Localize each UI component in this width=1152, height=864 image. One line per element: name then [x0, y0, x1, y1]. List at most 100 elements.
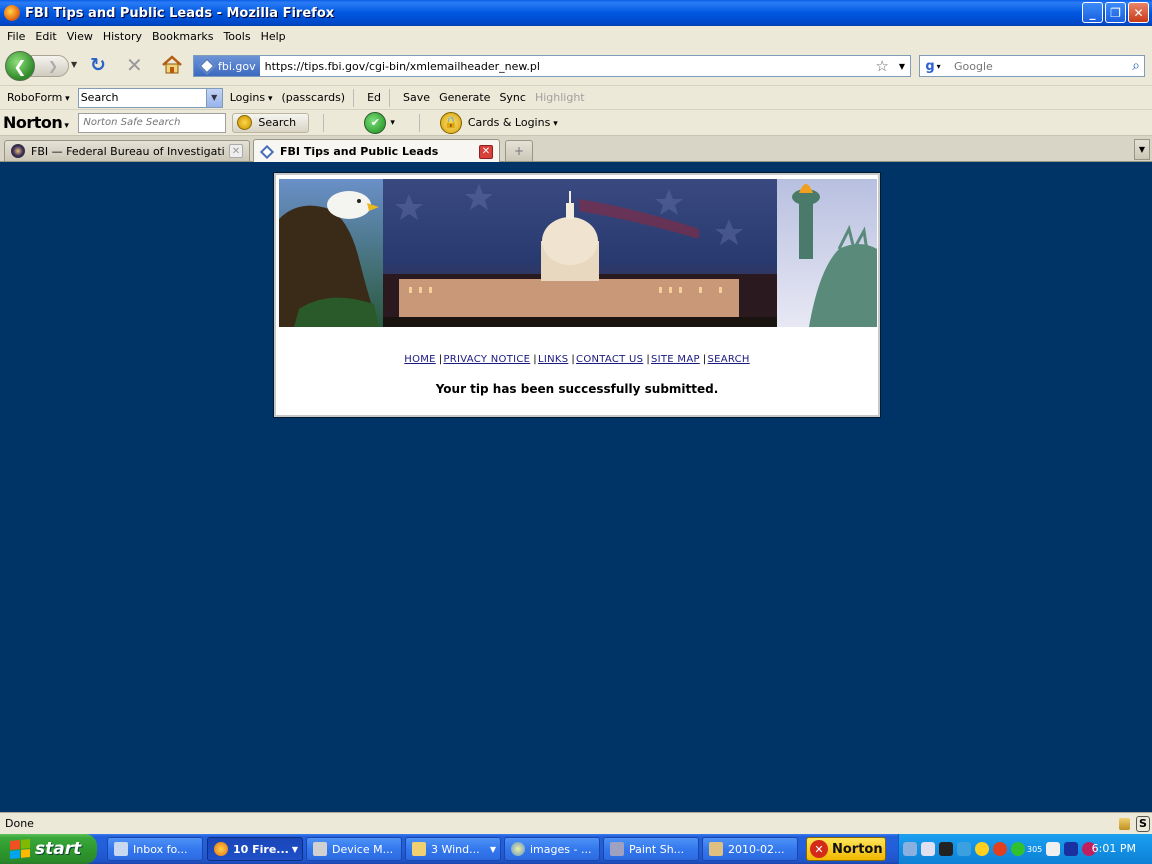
- toolbar-separator: [353, 88, 355, 107]
- highlight-button[interactable]: Highlight: [535, 91, 585, 104]
- success-message: Your tip has been successfully submitted…: [435, 382, 719, 396]
- new-tab-button[interactable]: +: [505, 140, 533, 161]
- stop-icon[interactable]: ✕: [126, 55, 143, 75]
- search-link[interactable]: SEARCH: [707, 354, 749, 365]
- search-icon[interactable]: ⌕: [1132, 58, 1140, 74]
- site-identity-icon: [198, 57, 216, 75]
- safe-web-shield-icon[interactable]: ✔: [364, 111, 387, 134]
- tray-app-icon[interactable]: [1011, 842, 1025, 856]
- page-content: HOME |PRIVACY NOTICE |LINKS |CONTACT US |SIT…: [0, 162, 1152, 812]
- skype-icon[interactable]: S: [1136, 815, 1150, 832]
- network-icon[interactable]: [903, 842, 917, 856]
- identity-safe-lock-icon[interactable]: 🔒: [439, 111, 462, 134]
- tip-confirmation-panel: HOME |PRIVACY NOTICE |LINKS |CONTACT US |SIT…: [273, 172, 881, 418]
- cards-logins-button[interactable]: Cards & Logins: [468, 116, 558, 129]
- sync-button[interactable]: Sync: [499, 91, 526, 104]
- restore-button[interactable]: ❐: [1105, 2, 1126, 23]
- taskbar-item-device-manager[interactable]: Device M...: [306, 837, 402, 861]
- url-dropdown-icon[interactable]: ▼: [899, 62, 905, 71]
- home-icon[interactable]: [161, 55, 183, 75]
- close-button[interactable]: ✕: [1128, 2, 1149, 23]
- computer-icon: [313, 842, 327, 856]
- media-player-icon[interactable]: [1064, 842, 1079, 856]
- window-title: FBI Tips and Public Leads - Mozilla Fire…: [25, 5, 335, 21]
- site-identity-button[interactable]: fbi.gov: [194, 56, 260, 76]
- tray-badge: 305: [1027, 844, 1043, 854]
- windows-taskbar: start Inbox fo... 10 Fire... ▼ Device M..…: [0, 834, 1152, 864]
- forward-button[interactable]: ❯: [31, 55, 69, 77]
- norton-toolbar: Norton▾ Search ✔ ▾ 🔒 Cards & Logins: [0, 110, 1152, 136]
- taskbar-item-norton[interactable]: ✕ Norton: [806, 837, 886, 861]
- tray-app-icon[interactable]: [1046, 842, 1061, 856]
- tray-app-icon[interactable]: [993, 842, 1007, 856]
- taskbar-item-images[interactable]: images - ...: [504, 837, 600, 861]
- tab-fbi-home[interactable]: FBI — Federal Bureau of Investigation ..…: [4, 140, 250, 161]
- menu-bookmarks[interactable]: Bookmarks: [152, 30, 213, 43]
- passcards-button[interactable]: (passcards): [282, 91, 346, 104]
- toolbar-separator: [418, 113, 420, 132]
- tab-fbi-tips[interactable]: FBI Tips and Public Leads ✕: [253, 139, 500, 163]
- taskbar-item-windows-explorer[interactable]: 3 Wind... ▼: [405, 837, 501, 861]
- tab-list-dropdown-icon[interactable]: ▼: [1134, 139, 1150, 160]
- bookmark-star-icon[interactable]: ☆: [875, 57, 888, 75]
- window-title-bar[interactable]: FBI Tips and Public Leads - Mozilla Fire…: [0, 0, 1152, 26]
- links-link[interactable]: LINKS: [538, 354, 568, 365]
- norton-search-button[interactable]: Search: [232, 112, 310, 133]
- norton-menu[interactable]: Norton ▾: [3, 113, 69, 132]
- roboform-search-input[interactable]: [78, 91, 206, 104]
- address-bar[interactable]: fbi.gov https://tips.fbi.gov/cgi-bin/xml…: [193, 55, 911, 77]
- norton-search-icon: [237, 115, 253, 130]
- privacy-notice-link[interactable]: PRIVACY NOTICE: [443, 354, 530, 365]
- reload-icon[interactable]: ↻: [90, 55, 106, 75]
- logins-button[interactable]: Logins: [230, 91, 273, 104]
- chevron-down-icon[interactable]: ▼: [205, 88, 222, 107]
- tray-app-icon[interactable]: [957, 842, 971, 856]
- contact-us-link[interactable]: CONTACT US: [576, 354, 643, 365]
- tray-app-icon[interactable]: [975, 842, 989, 856]
- status-bar: Done S: [0, 812, 1152, 834]
- norton-x-icon: ✕: [810, 840, 828, 858]
- tab-close-icon[interactable]: ✕: [479, 144, 493, 159]
- system-tray: 305 6:01 PM: [898, 834, 1152, 864]
- menu-history[interactable]: History: [103, 30, 142, 43]
- chevron-down-icon[interactable]: ▾: [390, 118, 395, 128]
- secure-lock-icon[interactable]: [1119, 817, 1130, 830]
- generate-button[interactable]: Generate: [439, 91, 490, 104]
- fbi-seal-icon: [11, 144, 25, 158]
- taskbar-item-inbox[interactable]: Inbox fo...: [107, 837, 203, 861]
- tray-app-icon[interactable]: [939, 842, 953, 856]
- google-icon[interactable]: g ▾: [920, 56, 946, 76]
- roboform-search[interactable]: ▼: [77, 87, 223, 108]
- forward-arrow-icon: ❯: [47, 59, 59, 73]
- menu-tools[interactable]: Tools: [223, 30, 250, 43]
- menu-view[interactable]: View: [67, 30, 93, 43]
- tray-app-icon[interactable]: [921, 842, 935, 856]
- home-link[interactable]: HOME: [404, 354, 436, 365]
- image-file-icon: [709, 842, 723, 856]
- save-button[interactable]: Save: [403, 91, 430, 104]
- taskbar-item-2010-02[interactable]: 2010-02...: [702, 837, 798, 861]
- navigation-toolbar: ❮ ❯ ▼ ↻ ✕ fbi.gov https://tips.fbi.gov/c…: [0, 46, 1152, 86]
- taskbar-item-firefox[interactable]: 10 Fire... ▼: [207, 837, 303, 861]
- site-map-link[interactable]: SITE MAP: [651, 354, 700, 365]
- start-button[interactable]: start: [0, 834, 97, 864]
- site-identity-icon: [259, 144, 275, 159]
- history-dropdown-icon[interactable]: ▼: [71, 60, 77, 69]
- toolbar-separator: [389, 88, 391, 107]
- menu-edit[interactable]: Edit: [35, 30, 56, 43]
- tab-bar: FBI — Federal Bureau of Investigation ..…: [0, 136, 1152, 163]
- roboform-menu[interactable]: RoboForm: [7, 91, 70, 104]
- folder-icon: [412, 842, 426, 856]
- menu-file[interactable]: File: [7, 30, 25, 43]
- url-input[interactable]: https://tips.fbi.gov/cgi-bin/xmlemailhea…: [265, 60, 876, 73]
- web-search-box[interactable]: g▾ ⌕: [919, 55, 1145, 77]
- menu-help[interactable]: Help: [261, 30, 286, 43]
- menu-bar: File Edit View History Bookmarks Tools H…: [0, 26, 1152, 46]
- ed-button[interactable]: Ed: [367, 91, 381, 104]
- web-search-input[interactable]: [954, 59, 1133, 73]
- tab-close-icon[interactable]: ✕: [229, 144, 243, 158]
- minimize-button[interactable]: _: [1082, 2, 1103, 23]
- back-button[interactable]: ❮: [5, 51, 35, 81]
- taskbar-item-paint-shop[interactable]: Paint Sh...: [603, 837, 699, 861]
- norton-search-input[interactable]: [78, 112, 227, 133]
